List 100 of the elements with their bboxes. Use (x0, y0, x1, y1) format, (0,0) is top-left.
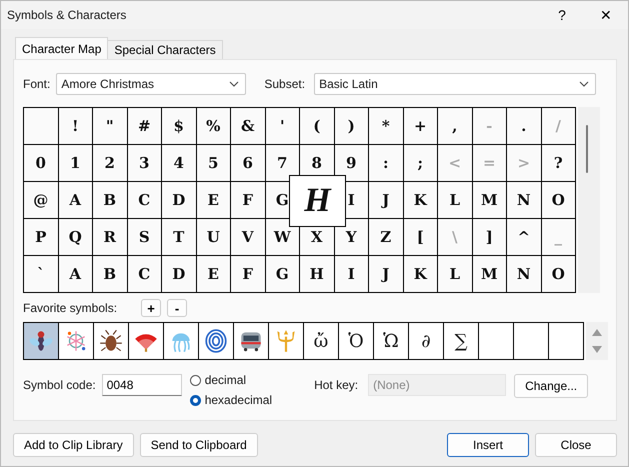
favorite-cell[interactable] (549, 323, 584, 359)
character-cell[interactable]: ? (542, 145, 576, 182)
add-favorite-button[interactable]: + (141, 299, 162, 317)
character-cell[interactable]: H (300, 256, 334, 293)
character-cell[interactable]: B (93, 256, 128, 293)
dialog-button[interactable]: Send to Clipboard (140, 433, 258, 457)
character-cell[interactable]: R (93, 219, 128, 256)
character-cell[interactable]: 0 (24, 145, 58, 182)
character-cell[interactable]: S (128, 219, 162, 256)
character-cell[interactable]: P (24, 219, 58, 256)
character-cell[interactable]: X (300, 219, 334, 256)
dialog-button[interactable]: Add to Clip Library (13, 433, 134, 457)
favorite-cell[interactable] (24, 323, 59, 359)
character-cell[interactable]: . (507, 108, 542, 145)
character-cell[interactable]: B (93, 182, 128, 219)
character-cell[interactable]: + (404, 108, 438, 145)
character-cell[interactable]: ( (300, 108, 334, 145)
character-cell[interactable]: O (542, 182, 576, 219)
character-cell[interactable]: 6 (231, 145, 266, 182)
favorite-cell[interactable]: ὤ (304, 323, 339, 359)
character-cell[interactable]: ^ (507, 219, 542, 256)
character-cell[interactable]: T (162, 219, 196, 256)
character-cell[interactable]: C (128, 256, 162, 293)
character-cell[interactable]: K (404, 256, 438, 293)
character-cell[interactable]: A (58, 256, 93, 293)
character-cell[interactable]: , (438, 108, 472, 145)
character-cell[interactable]: Z (369, 219, 404, 256)
character-cell[interactable]: D (162, 182, 196, 219)
tab[interactable]: Special Characters (107, 40, 223, 59)
character-cell[interactable]: M (472, 182, 507, 219)
character-cell[interactable]: M (472, 256, 507, 293)
character-cell[interactable]: ` (24, 256, 58, 293)
favorite-cell[interactable]: ∂ (409, 323, 444, 359)
favorite-cell[interactable] (59, 323, 94, 359)
dialog-button[interactable]: Insert (447, 433, 529, 457)
character-cell[interactable]: F (231, 182, 266, 219)
character-cell[interactable]: O (542, 256, 576, 293)
symbol-code-field[interactable]: 0048 (102, 374, 182, 396)
character-cell[interactable]: V (231, 219, 266, 256)
character-cell[interactable]: : (369, 145, 404, 182)
character-cell[interactable]: ' (266, 108, 300, 145)
character-cell[interactable]: Y (334, 219, 369, 256)
character-cell[interactable]: ; (404, 145, 438, 182)
character-cell[interactable]: L (438, 256, 472, 293)
character-cell[interactable]: I (334, 182, 369, 219)
favorite-cell[interactable] (269, 323, 304, 359)
tab[interactable]: Character Map (15, 37, 108, 59)
dialog-button[interactable]: Close (535, 433, 617, 457)
close-button[interactable]: ✕ (584, 1, 628, 29)
character-cell[interactable]: [ (404, 219, 438, 256)
character-cell[interactable]: E (196, 182, 231, 219)
character-cell[interactable]: ] (472, 219, 507, 256)
favorite-cell[interactable] (129, 323, 164, 359)
character-cell[interactable]: 3 (128, 145, 162, 182)
character-cell[interactable]: E (196, 256, 231, 293)
radio-button[interactable] (190, 374, 201, 386)
character-cell[interactable]: L (438, 182, 472, 219)
character-cell[interactable]: % (196, 108, 231, 145)
character-cell[interactable]: Q (58, 219, 93, 256)
favorite-cell[interactable] (234, 323, 269, 359)
favorite-cell[interactable]: Ὁ (339, 323, 374, 359)
character-cell[interactable]: @ (24, 182, 58, 219)
radio-button[interactable] (190, 394, 201, 406)
favorite-cell[interactable] (479, 323, 514, 359)
subset-dropdown[interactable]: Basic Latin (314, 73, 596, 95)
character-cell[interactable]: 1 (58, 145, 93, 182)
font-dropdown[interactable]: Amore Christmas (56, 73, 246, 95)
favorite-cell[interactable] (164, 323, 199, 359)
character-cell[interactable]: N (507, 182, 542, 219)
character-cell[interactable]: D (162, 256, 196, 293)
character-cell[interactable]: J (369, 182, 404, 219)
favorite-cell[interactable] (514, 323, 549, 359)
character-cell[interactable]: 2 (93, 145, 128, 182)
remove-favorite-button[interactable]: - (167, 299, 188, 317)
character-cell[interactable]: ! (58, 108, 93, 145)
character-cell[interactable]: " (93, 108, 128, 145)
character-cell[interactable]: & (231, 108, 266, 145)
favorite-cell[interactable] (94, 323, 129, 359)
character-cell[interactable]: $ (162, 108, 196, 145)
help-button[interactable]: ? (540, 1, 584, 29)
character-cell[interactable]: G (266, 256, 300, 293)
character-cell[interactable]: ) (334, 108, 369, 145)
character-cell[interactable]: C (128, 182, 162, 219)
change-button[interactable]: Change... (514, 374, 588, 398)
character-cell[interactable]: F (231, 256, 266, 293)
character-cell[interactable] (24, 108, 58, 145)
favorite-cell[interactable] (199, 323, 234, 359)
character-cell[interactable]: A (58, 182, 93, 219)
favorite-cell[interactable]: Ὡ (374, 323, 409, 359)
character-cell[interactable]: N (507, 256, 542, 293)
character-cell[interactable]: J (369, 256, 404, 293)
favorite-cell[interactable]: ∑ (444, 323, 479, 359)
character-cell[interactable]: # (128, 108, 162, 145)
character-cell[interactable]: * (369, 108, 404, 145)
character-cell[interactable]: U (196, 219, 231, 256)
scrollbar[interactable] (578, 107, 600, 293)
character-cell[interactable]: I (334, 256, 369, 293)
character-cell[interactable]: 4 (162, 145, 196, 182)
character-cell[interactable]: 5 (196, 145, 231, 182)
character-cell[interactable]: K (404, 182, 438, 219)
